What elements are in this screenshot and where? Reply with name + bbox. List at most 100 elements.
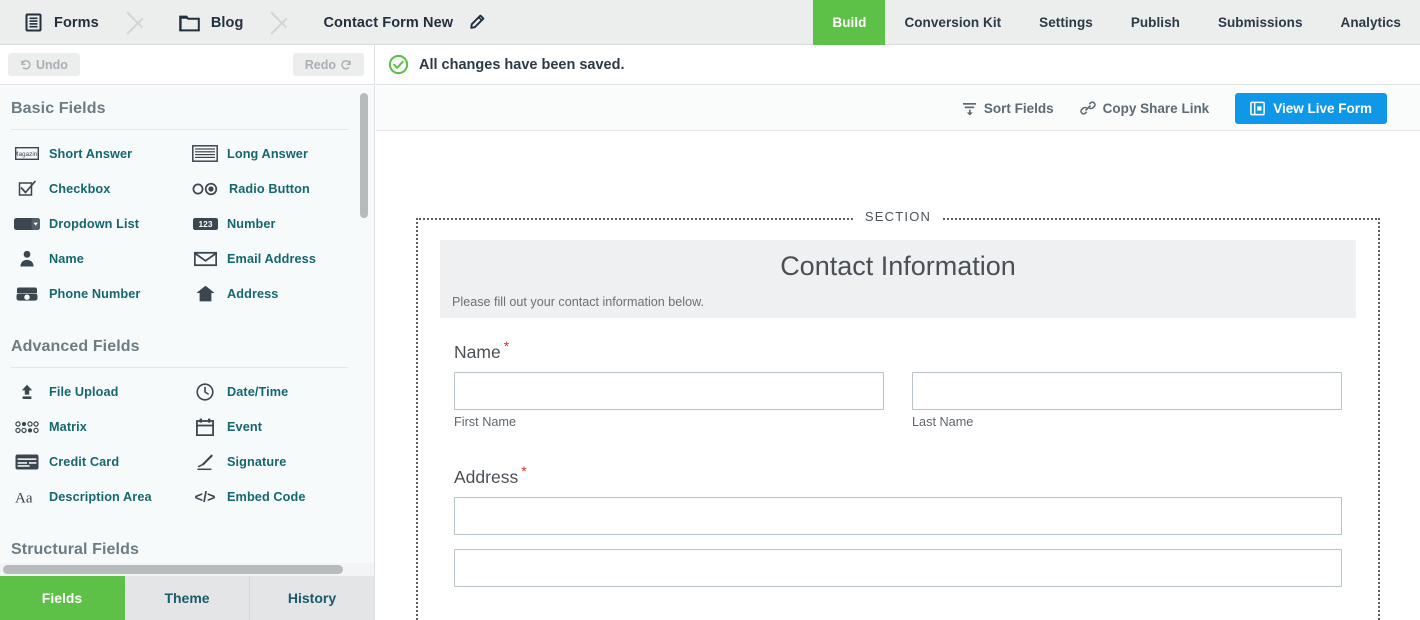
svg-text:Aa: Aa [15,490,33,505]
view-live-form-label: View Live Form [1273,100,1372,116]
scrollbar-thumb[interactable] [360,93,368,218]
required-marker: * [521,463,527,479]
section-header-block[interactable]: Contact Information Please fill out your… [440,240,1356,318]
field-item-label: Date/Time [227,384,289,399]
section-title-advanced-fields: Advanced Fields [11,338,140,355]
form-section[interactable]: SECTION Contact Information Please fill … [416,209,1380,620]
field-item-label: Matrix [49,419,87,434]
redo-arrow-icon [341,59,352,70]
redo-button[interactable]: Redo [292,53,364,76]
basic-fields-grid: Magazine Short Answer [0,130,360,311]
main-nav-tabs: Build Conversion Kit Settings Publish Su… [813,0,1420,45]
field-item-label: Signature [227,454,287,469]
breadcrumb-item-blog[interactable]: Blog [155,0,270,45]
field-item-credit-card[interactable]: Credit Card [0,444,178,479]
field-item-event[interactable]: Event [178,409,356,444]
field-item-label: Description Area [49,489,152,504]
address-line-2-input[interactable] [454,548,1342,587]
breadcrumb-separator [269,0,299,45]
breadcrumb-item-forms[interactable]: Forms [0,0,125,45]
text-aa-icon: Aa [14,489,40,505]
form-field-name[interactable]: Name * First Name Last Name [454,338,1342,429]
field-item-email-address[interactable]: Email Address [178,241,356,276]
sort-fields-button[interactable]: Sort Fields [962,101,1054,116]
field-item-label: Credit Card [49,454,120,469]
field-item-date-time[interactable]: Date/Time [178,374,356,409]
nav-tab-conversion-kit[interactable]: Conversion Kit [885,0,1020,45]
field-item-matrix[interactable]: Matrix [0,409,178,444]
undo-arrow-icon [20,59,31,70]
required-marker: * [503,338,510,354]
field-item-checkbox[interactable]: Checkbox [0,171,178,206]
first-name-input[interactable] [454,371,884,410]
field-item-number[interactable]: 123 Number [178,206,356,241]
form-builder-app: Forms Blog Contact Form New Build Conver… [0,0,1420,620]
scrollbar-thumb[interactable] [3,565,343,574]
form-canvas-area: Sort Fields Copy Share Link View Live Fo… [376,86,1420,620]
fields-panel-horizontal-scrollbar[interactable] [0,563,375,576]
undo-button[interactable]: Undo [8,53,80,76]
field-item-label: Dropdown List [49,216,140,231]
tab-history[interactable]: History [250,576,374,620]
field-label: Address * [454,463,1342,488]
svg-text:123: 123 [198,219,212,229]
field-item-signature[interactable]: Signature [178,444,356,479]
tab-fields[interactable]: Fields [0,576,125,620]
fields-panel-vertical-scrollbar[interactable] [360,88,368,574]
nav-tab-analytics[interactable]: Analytics [1322,0,1420,45]
field-item-short-answer[interactable]: Magazine Short Answer [0,136,178,171]
nav-tab-publish[interactable]: Publish [1112,0,1199,45]
copy-share-link-button[interactable]: Copy Share Link [1080,100,1210,116]
field-item-address[interactable]: Address [178,276,356,311]
field-item-description-area[interactable]: Aa Description Area [0,479,178,514]
field-item-phone-number[interactable]: Phone Number [0,276,178,311]
breadcrumb: Forms Blog Contact Form New [0,0,511,45]
pencil-icon[interactable] [468,14,485,31]
section-tag-label: SECTION [852,209,944,224]
envelope-icon [192,251,218,267]
field-item-radio-button[interactable]: Radio Button [178,171,356,206]
dropdown-list-icon [14,217,40,230]
nav-tab-settings[interactable]: Settings [1020,0,1112,45]
field-item-label: Checkbox [49,181,111,196]
form-toolbar: Sort Fields Copy Share Link View Live Fo… [376,86,1420,131]
section-header-subtitle: Please fill out your contact information… [452,295,705,309]
field-item-label: Phone Number [49,286,141,301]
number-icon: 123 [192,217,218,230]
undo-label: Undo [36,57,68,72]
svg-text:</>: </> [195,490,216,505]
breadcrumb-item-form-title[interactable]: Contact Form New [299,0,511,45]
nav-tab-label: Build [832,15,867,30]
tab-theme[interactable]: Theme [125,576,250,620]
field-item-name[interactable]: Name [0,241,178,276]
nav-tab-submissions[interactable]: Submissions [1199,0,1322,45]
last-name-input[interactable] [912,371,1342,410]
clock-icon [192,382,218,401]
copy-share-link-label: Copy Share Link [1102,100,1210,116]
view-live-form-button[interactable]: View Live Form [1235,92,1387,124]
calendar-icon [192,418,218,436]
top-bar: Forms Blog Contact Form New Build Conver… [0,0,1420,45]
nav-tab-build[interactable]: Build [813,0,886,45]
person-icon [14,250,40,267]
save-status-text: All changes have been saved. [419,56,625,73]
form-canvas: SECTION Contact Information Please fill … [376,132,1420,620]
window-icon [1250,101,1266,116]
field-item-embed-code[interactable]: </> Embed Code [178,479,356,514]
breadcrumb-separator [125,0,155,45]
address-line-1-input[interactable] [454,496,1342,535]
field-item-label: Address [227,286,279,301]
checkbox-icon [14,180,40,198]
field-item-long-answer[interactable]: Long Answer [178,136,356,171]
form-field-address[interactable]: Address * [454,463,1342,587]
phone-icon [14,286,40,302]
nav-tab-label: Submissions [1217,15,1303,30]
history-toolbar: Undo Redo [0,45,375,85]
tab-label: Fields [41,590,83,606]
matrix-icon [14,420,40,434]
panel-bottom-tabs: Fields Theme History [0,576,375,620]
field-item-dropdown-list[interactable]: Dropdown List [0,206,178,241]
field-item-file-upload[interactable]: File Upload [0,374,178,409]
